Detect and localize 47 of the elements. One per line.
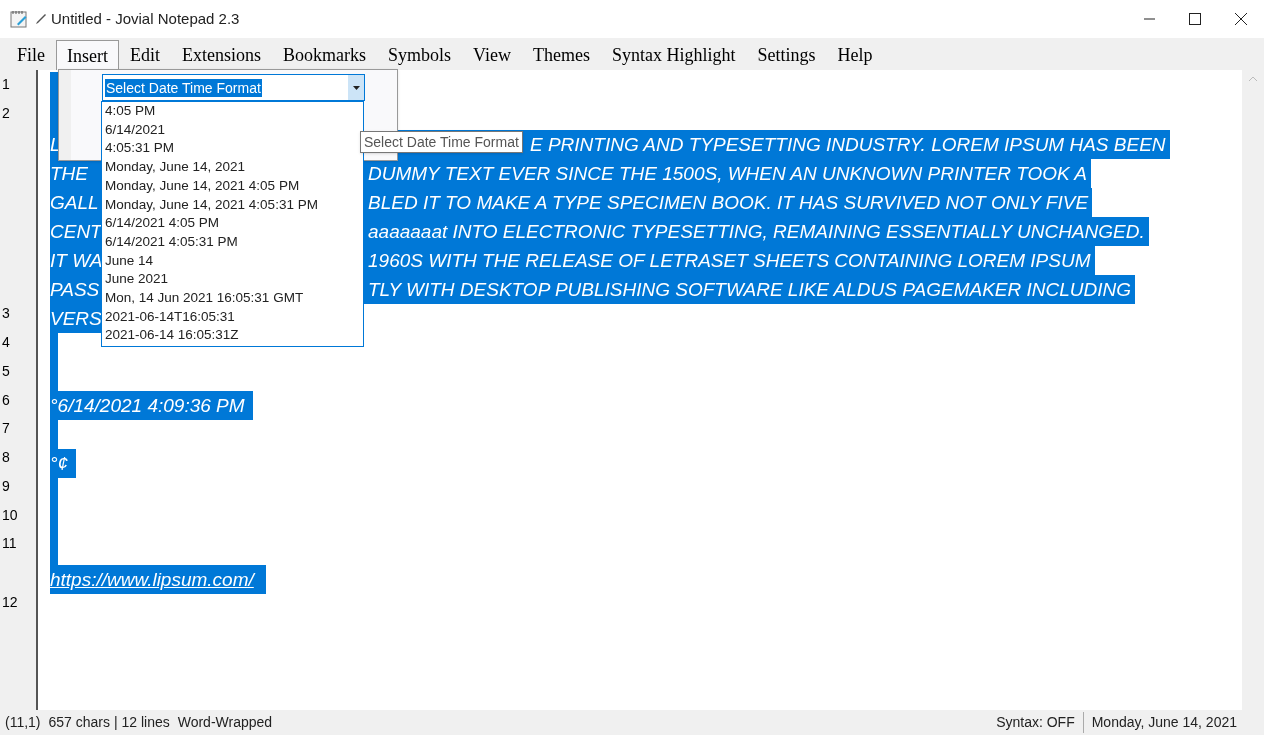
selected-text: °¢ <box>50 449 77 478</box>
menu-item[interactable]: View <box>462 40 522 70</box>
window-title: Untitled - Jovial Notepad 2.3 <box>51 8 240 29</box>
menu-item[interactable]: Insert <box>56 40 119 70</box>
notepad-icon <box>9 9 29 29</box>
list-option[interactable]: 6/14/2021 4:05 PM <box>102 214 363 233</box>
line-number: 4 <box>1 334 11 350</box>
menu-item[interactable]: Bookmarks <box>272 40 377 70</box>
date-status: Monday, June 14, 2021 <box>1091 713 1237 732</box>
caret-icon <box>352 85 360 90</box>
date-format-combo[interactable]: Select Date Time Format <box>102 74 365 101</box>
selected-text: °6/14/2021 4:09:36 PM <box>50 391 253 420</box>
line-number: 3 <box>1 305 11 321</box>
line-number: 11 <box>1 535 18 551</box>
menu-item[interactable]: File <box>6 40 56 70</box>
syntax-status: Syntax: OFF <box>996 712 1084 733</box>
line-number: 7 <box>1 420 11 436</box>
menu-item[interactable]: Symbols <box>377 40 463 70</box>
wrap-status: Word-Wrapped <box>177 713 273 732</box>
tooltip: Select Date Time Format <box>360 131 523 153</box>
line-number: 6 <box>1 392 11 408</box>
maximize-icon <box>1189 13 1201 25</box>
link[interactable]: https://www.lipsum.com/ <box>50 565 266 594</box>
menu-item[interactable]: Syntax Highlight <box>600 40 747 70</box>
menu-item[interactable]: Help <box>826 40 884 70</box>
menu-item[interactable]: Edit <box>119 40 171 70</box>
minimize-icon <box>1143 18 1155 20</box>
scroll-up-icon[interactable] <box>1248 76 1258 82</box>
list-option[interactable]: 4:05:31 PM <box>102 139 363 159</box>
close-icon <box>1235 13 1247 25</box>
line-number: 2 <box>1 105 11 121</box>
menu-item[interactable]: Settings <box>746 40 827 70</box>
line-number: 8 <box>1 449 11 465</box>
cursor-position: (11,1) <box>5 713 41 732</box>
line-number: 10 <box>1 507 19 523</box>
menu-item[interactable]: Extensions <box>171 40 272 70</box>
char-line-count: 657 chars | 12 lines <box>48 713 170 732</box>
list-option[interactable]: June 14 <box>102 251 363 271</box>
menu-item[interactable]: Themes <box>521 40 601 70</box>
line-number: 5 <box>1 363 11 379</box>
list-option[interactable]: Monday, June 14, 2021 <box>102 158 363 177</box>
list-option[interactable]: Monday, June 14, 2021 4:05:31 PM <box>102 195 363 215</box>
pencil-icon <box>35 13 47 25</box>
line-number: 9 <box>1 478 11 494</box>
line-number: 1 <box>1 76 11 92</box>
list-option[interactable]: 4:05 PM <box>102 102 363 121</box>
line-number: 12 <box>1 594 19 610</box>
